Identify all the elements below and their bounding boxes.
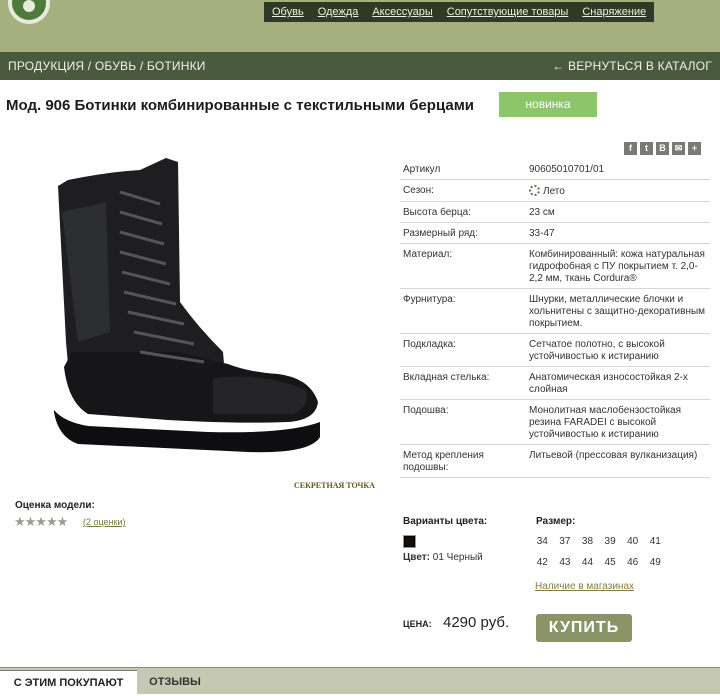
size-option[interactable]: 41 [644,535,667,556]
page-title: Мод. 906 Ботинки комбинированные с текст… [6,97,475,114]
size-option[interactable]: 39 [599,535,622,556]
size-option[interactable]: 44 [576,556,599,577]
spec-row: Метод крепления подошвы: Литьевой (прессо… [400,444,710,478]
spec-key: Размерный ряд: [400,222,526,244]
color-swatch-black[interactable] [403,535,416,548]
nav-item-equipment[interactable]: Снаряжение [582,6,646,18]
spec-value: Монолитная маслобензостойкая резина FARA… [526,399,710,445]
spec-row: Сезон: Лето [400,179,710,202]
watermark: СЕКРЕТНАЯ ТОЧКА [294,481,375,490]
size-option[interactable]: 45 [599,556,622,577]
bottom-tabs: С ЭТИМ ПОКУПАЮТ ОТЗЫВЫ [0,667,720,695]
color-variants-label: Варианты цвета: [403,516,488,527]
price-label: ЦЕНА: [403,619,432,629]
spec-row: Материал: Комбинированный: кожа натуральн… [400,243,710,289]
specs-table: Артикул 90605010701/01 Сезон: Лето Высота … [400,159,710,478]
spec-key: Подошва: [400,399,526,445]
size-option[interactable]: 49 [644,556,667,577]
spec-value: Анатомическая износостойкая 2-х слойная [526,366,710,400]
product-image[interactable] [48,152,328,470]
spec-key: Сезон: [400,179,526,202]
facebook-icon[interactable]: f [624,142,637,155]
more-share-icon[interactable]: + [688,142,701,155]
spec-key: Высота берца: [400,201,526,223]
store-availability-link[interactable]: Наличие в магазинах [535,581,634,592]
reviews-link[interactable]: (2 оценки) [83,517,126,527]
email-icon[interactable]: ✉ [672,142,685,155]
spec-row: Размерный ряд: 33-47 [400,222,710,244]
sun-icon [529,185,540,196]
spec-value: Шнурки, металлические блочки и хольнитен… [526,288,710,334]
spec-key: Вкладная стелька: [400,366,526,400]
spec-row: Подошва: Монолитная маслобензостойкая рез… [400,399,710,445]
size-option[interactable]: 43 [554,556,577,577]
tab-reviews[interactable]: ОТЗЫВЫ [138,670,212,695]
spec-value: Комбинированный: кожа натуральная гидроф… [526,243,710,289]
spec-row: Вкладная стелька: Анатомическая износосто… [400,366,710,400]
nav-item-clothing[interactable]: Одежда [318,6,359,18]
logo-mark [23,0,35,12]
spec-key: Фурнитура: [400,288,526,334]
spec-value-season: Лето [526,179,710,202]
color-name-label: Цвет: [403,552,430,563]
spec-key: Метод крепления подошвы: [400,444,526,478]
spec-row: Высота берца: 23 см [400,201,710,223]
back-to-catalog-link[interactable]: ← ВЕРНУТЬСЯ В КАТАЛОГ [552,59,712,73]
nav-item-accessories[interactable]: Аксессуары [372,6,432,18]
main-nav: Обувь Одежда Аксессуары Сопутствующие то… [264,2,655,22]
size-option[interactable]: 38 [576,535,599,556]
size-option[interactable]: 34 [531,535,554,556]
nav-item-shoes[interactable]: Обувь [272,6,304,18]
rating-label: Оценка модели: [15,500,95,511]
vk-icon[interactable]: B [656,142,669,155]
breadcrumb[interactable]: ПРОДУКЦИЯ / ОБУВЬ / БОТИНКИ [8,59,206,73]
spec-row: Фурнитура: Шнурки, металлические блочки и… [400,288,710,334]
size-option[interactable]: 42 [531,556,554,577]
color-name-value: 01 Черный [432,552,483,563]
tab-bought-together[interactable]: С ЭТИМ ПОКУПАЮТ [0,670,137,695]
size-grid: 34 37 38 39 40 41 42 43 44 45 46 49 [531,535,671,577]
logo[interactable] [8,0,50,24]
spec-key: Подкладка: [400,333,526,367]
spec-key: Материал: [400,243,526,289]
spec-row: Подкладка: Сетчатое полотно, с высокой ус… [400,333,710,367]
spec-value: 90605010701/01 [526,159,710,180]
size-option[interactable]: 46 [621,556,644,577]
twitter-icon[interactable]: t [640,142,653,155]
new-badge: новинка [499,92,597,117]
size-option[interactable]: 40 [621,535,644,556]
rating-stars[interactable]: ★★★★★ [14,514,68,530]
spec-value: 23 см [526,201,710,223]
nav-item-related-goods[interactable]: Сопутствующие товары [447,6,569,18]
size-option[interactable]: 37 [554,535,577,556]
spec-value: 33-47 [526,222,710,244]
spec-value: Литьевой (прессовая вулканизация) [526,444,710,478]
top-header: Обувь Одежда Аксессуары Сопутствующие то… [0,0,720,52]
spec-key: Артикул [400,159,526,180]
color-name: Цвет: 01 Черный [403,552,483,563]
buy-button[interactable]: КУПИТЬ [536,614,632,642]
spec-row: Артикул 90605010701/01 [400,159,710,180]
season-value: Лето [543,186,565,197]
breadcrumb-bar: ПРОДУКЦИЯ / ОБУВЬ / БОТИНКИ ← ВЕРНУТЬСЯ … [0,52,720,80]
spec-value: Сетчатое полотно, с высокой устойчивость… [526,333,710,367]
size-label: Размер: [536,516,576,527]
price-value: 4290 руб. [443,614,510,631]
share-icons: f t B ✉ + [624,142,701,155]
